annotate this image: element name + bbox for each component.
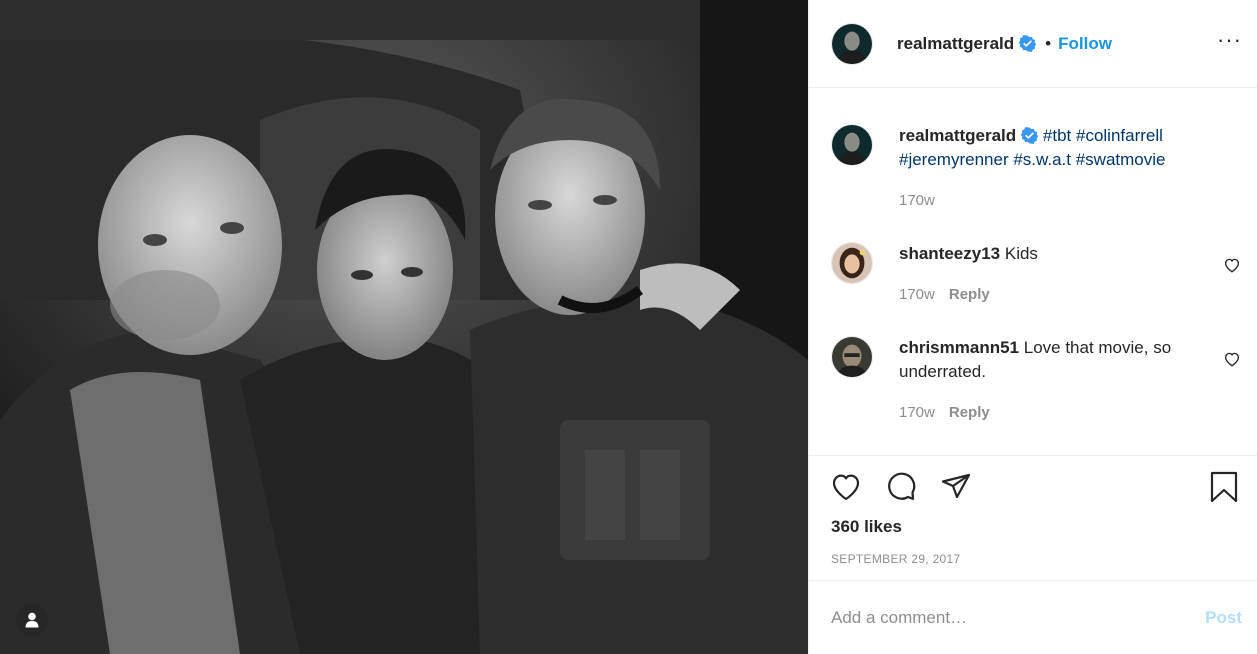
post-header: realmattgerald • Follow ··· xyxy=(809,0,1257,88)
comment-time[interactable]: 170w xyxy=(899,286,935,303)
comment-body: Kids xyxy=(1004,244,1038,263)
comment-input[interactable] xyxy=(831,608,1171,628)
post-comment-button[interactable]: Post xyxy=(1205,608,1242,628)
commenter-avatar[interactable] xyxy=(831,242,873,284)
user-silhouette-icon xyxy=(25,612,39,628)
comment-text: chrismmann51 Love that movie, so underra… xyxy=(899,336,1199,384)
caption-time[interactable]: 170w xyxy=(899,192,935,209)
more-options-button[interactable]: ··· xyxy=(1217,28,1242,53)
user-tags-button[interactable] xyxy=(16,604,48,636)
comment-meta: 170w Reply xyxy=(899,404,990,421)
comment-meta: 170w Reply xyxy=(899,286,990,303)
header-separator: • xyxy=(1045,33,1052,53)
hashtag-link[interactable]: #jeremyrenner xyxy=(899,150,1009,169)
photo-image xyxy=(0,0,808,654)
reply-button[interactable]: Reply xyxy=(949,404,990,421)
comment-like-icon[interactable] xyxy=(1223,256,1241,274)
comment-item: chrismmann51 Love that movie, so underra… xyxy=(831,336,1241,431)
paper-plane-icon[interactable] xyxy=(939,470,973,504)
post-date[interactable]: SEPTEMBER 29, 2017 xyxy=(831,552,960,566)
post-photo[interactable] xyxy=(0,0,808,654)
caption-username[interactable]: realmattgerald xyxy=(899,126,1016,145)
caption-item: realmattgerald #tbt #colinfarrell #jerem… xyxy=(831,124,1241,214)
caption-meta: 170w xyxy=(899,192,935,209)
comment-time[interactable]: 170w xyxy=(899,404,935,421)
verified-badge-icon xyxy=(1021,127,1039,144)
commenter-username[interactable]: shanteezy13 xyxy=(899,244,1000,263)
hashtag-link[interactable]: #swatmovie xyxy=(1076,150,1166,169)
verified-badge-icon xyxy=(1019,35,1037,52)
hashtag-link[interactable]: #colinfarrell xyxy=(1076,126,1163,145)
comment-text: shanteezy13 Kids xyxy=(899,242,1199,266)
follow-button[interactable]: Follow xyxy=(1058,34,1112,54)
comment-item: shanteezy13 Kids 170w Reply xyxy=(831,242,1241,312)
commenter-avatar[interactable] xyxy=(831,336,873,378)
heart-icon[interactable] xyxy=(829,470,863,504)
post-side-panel: realmattgerald • Follow ··· realmattgera… xyxy=(808,0,1257,654)
post-actions: 360 likes SEPTEMBER 29, 2017 xyxy=(809,456,1257,581)
comment-like-icon[interactable] xyxy=(1223,350,1241,368)
author-username[interactable]: realmattgerald xyxy=(897,34,1014,54)
comment-bubble-icon[interactable] xyxy=(884,470,918,504)
hashtag-link[interactable]: #tbt xyxy=(1043,126,1071,145)
author-avatar[interactable] xyxy=(831,22,873,65)
reply-button[interactable]: Reply xyxy=(949,286,990,303)
caption-avatar[interactable] xyxy=(831,124,873,166)
comment-composer: Post xyxy=(809,582,1257,654)
likes-count[interactable]: 360 likes xyxy=(831,517,902,537)
caption-text: realmattgerald #tbt #colinfarrell #jerem… xyxy=(899,124,1199,172)
hashtag-link[interactable]: #s.w.a.t xyxy=(1013,150,1071,169)
comments-list[interactable]: realmattgerald #tbt #colinfarrell #jerem… xyxy=(809,88,1257,456)
bookmark-icon[interactable] xyxy=(1207,470,1241,504)
commenter-username[interactable]: chrismmann51 xyxy=(899,338,1019,357)
